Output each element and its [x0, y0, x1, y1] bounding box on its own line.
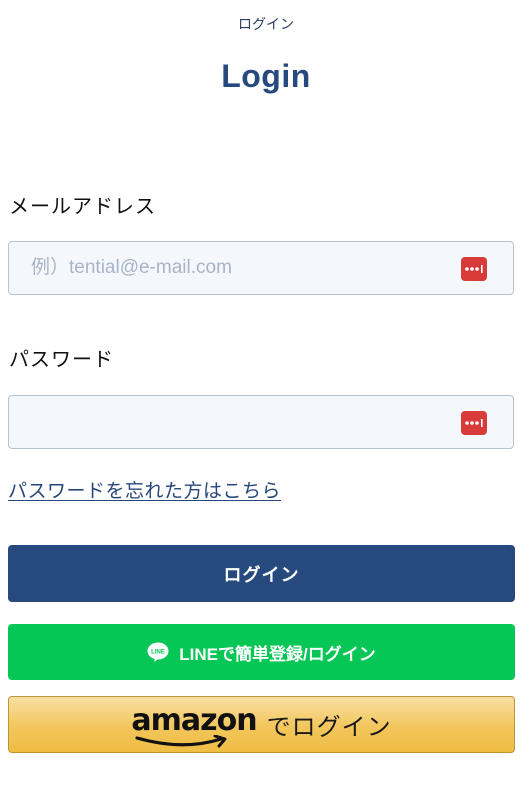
line-logo-icon: LINE: [147, 642, 169, 662]
password-label: パスワード: [9, 349, 114, 371]
amazon-logo-text: amazon: [131, 702, 257, 738]
line-login-button[interactable]: LINE LINEで簡単登録/ログイン: [8, 624, 515, 680]
password-manager-icon[interactable]: [461, 257, 487, 281]
login-button[interactable]: ログイン: [8, 545, 515, 602]
amazon-smile-icon: [135, 734, 227, 747]
page-title: Login: [221, 58, 311, 94]
login-button-label: ログイン: [223, 564, 300, 585]
amazon-logo: amazon: [131, 702, 258, 747]
header-title: ログイン: [238, 16, 294, 32]
login-page: ログイン Login メールアドレス パスワード パスワードを忘れた方はこちら: [0, 0, 532, 802]
amazon-login-button[interactable]: amazon でログイン: [8, 696, 515, 753]
line-login-label: LINEで簡単登録/ログイン: [179, 644, 376, 664]
password-input[interactable]: [9, 396, 449, 448]
line-logo-text: LINE: [151, 650, 165, 656]
forgot-password-link[interactable]: パスワードを忘れた方はこちら: [8, 476, 281, 503]
amazon-login-label: でログイン: [266, 714, 392, 741]
password-field-wrapper: [8, 395, 514, 449]
password-manager-icon[interactable]: [461, 411, 487, 435]
email-input[interactable]: [9, 242, 449, 294]
email-field-wrapper: [8, 241, 514, 295]
email-label: メールアドレス: [9, 196, 156, 218]
